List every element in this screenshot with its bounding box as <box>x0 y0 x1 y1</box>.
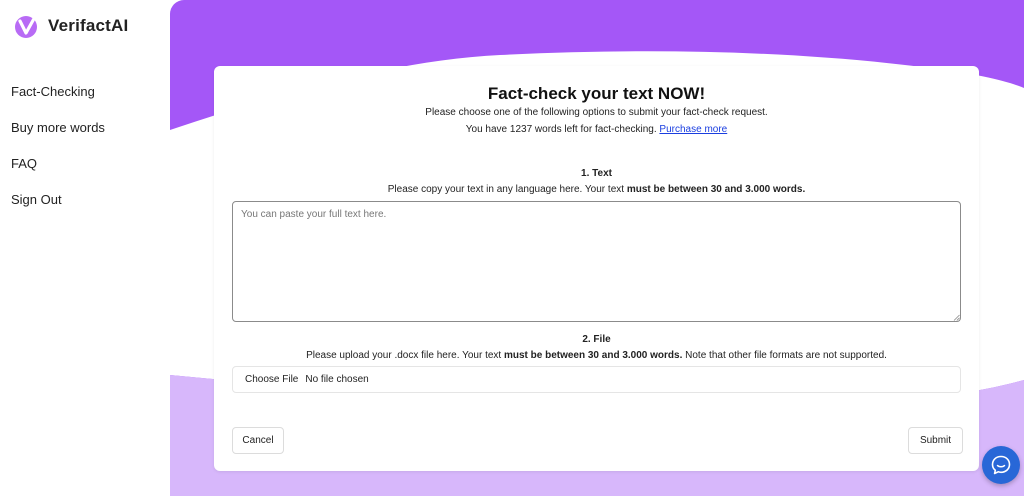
file-status-text: No file chosen <box>305 374 369 385</box>
text-section-title: 1. Text <box>581 168 612 179</box>
sidebar-item-buy-more-words[interactable]: Buy more words <box>11 120 105 156</box>
chat-widget-button[interactable] <box>982 446 1020 484</box>
words-left-suffix: words left for fact-checking. <box>532 124 660 135</box>
text-section-description: Please copy your text in any language he… <box>214 184 979 195</box>
file-desc-bold: must be between 30 and 3.000 words. <box>503 350 683 361</box>
cancel-button[interactable]: Cancel <box>232 427 284 454</box>
words-left-prefix: You have <box>465 124 510 135</box>
resize-grip-icon[interactable] <box>953 314 960 321</box>
text-desc-bold: must be between 30 and 3.000 words. <box>626 184 806 195</box>
text-input[interactable] <box>232 201 961 322</box>
text-desc-plain: Please copy your text in any language he… <box>387 184 627 195</box>
file-section-title: 2. File <box>582 334 611 345</box>
brand-name: VerifactAI <box>48 16 129 35</box>
file-desc-plain: Please upload your .docx file here. Your… <box>306 350 504 361</box>
file-section-description: Please upload your .docx file here. Your… <box>214 350 979 361</box>
instructions-text: Please choose one of the following optio… <box>425 107 768 118</box>
brand[interactable]: VerifactAI <box>14 12 128 40</box>
sidebar-item-fact-checking[interactable]: Fact-Checking <box>11 84 105 120</box>
choose-file-button[interactable]: Choose File <box>245 374 298 385</box>
submit-button[interactable]: Submit <box>908 427 963 454</box>
sidebar-item-sign-out[interactable]: Sign Out <box>11 192 105 228</box>
sidebar: VerifactAI Fact-Checking Buy more words … <box>0 0 170 496</box>
words-left-text: You have 1237 words left for fact-checki… <box>214 124 979 135</box>
file-desc-after: Note that other file formats are not sup… <box>682 350 887 361</box>
purchase-more-link[interactable]: Purchase more <box>659 124 727 135</box>
words-left-count: 1237 <box>509 124 533 135</box>
verifactai-logo-icon <box>15 13 38 38</box>
fact-check-card: Fact-check your text NOW! Please choose … <box>214 66 979 471</box>
file-input[interactable]: Choose File No file chosen <box>232 366 961 393</box>
page-title: Fact-check your text NOW! <box>487 84 706 103</box>
sidebar-nav: Fact-Checking Buy more words FAQ Sign Ou… <box>11 84 105 228</box>
sidebar-item-faq[interactable]: FAQ <box>11 156 105 192</box>
chat-bubble-icon <box>991 455 1011 475</box>
